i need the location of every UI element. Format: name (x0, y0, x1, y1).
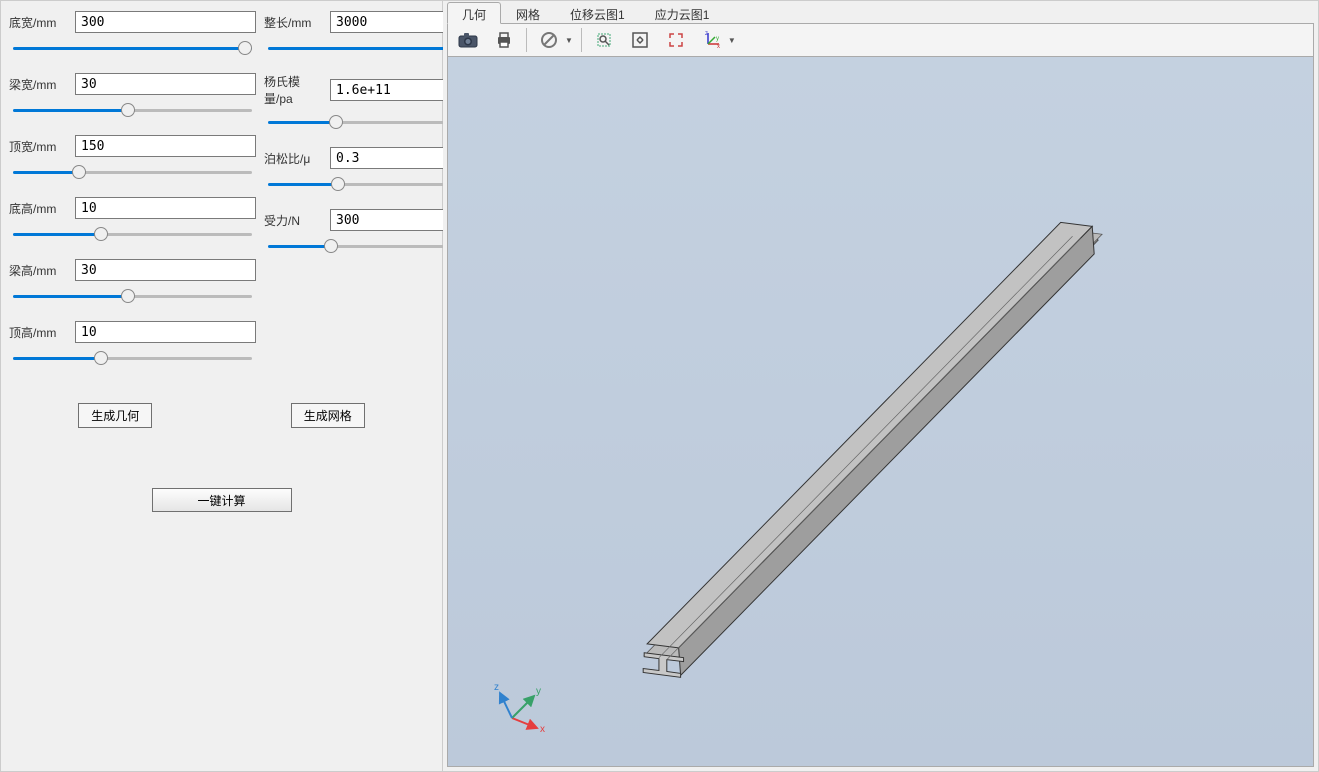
print-icon[interactable] (490, 27, 518, 53)
poisson-ratio-label: 泊松比/μ (264, 150, 326, 167)
svg-text:z: z (705, 31, 708, 37)
svg-text:y: y (716, 36, 719, 42)
bottom-height-input[interactable] (75, 197, 256, 219)
zoom-box-icon[interactable] (590, 27, 618, 53)
bottom-height-slider[interactable] (13, 232, 252, 236)
beam-width-slider[interactable] (13, 108, 252, 112)
tab-mesh[interactable]: 网格 (501, 2, 555, 24)
stop-icon[interactable] (535, 27, 563, 53)
svg-text:x: x (540, 724, 545, 735)
3d-viewport[interactable]: x y z (447, 57, 1314, 767)
beam-height-slider[interactable] (13, 294, 252, 298)
bottom-width-input[interactable] (75, 11, 256, 33)
geometry-model (448, 57, 1313, 766)
generate-mesh-button[interactable]: 生成网格 (291, 403, 365, 428)
svg-text:y: y (536, 686, 541, 697)
tab-stress-contour[interactable]: 应力云图1 (640, 2, 725, 24)
top-height-slider[interactable] (13, 356, 252, 360)
young-modulus-label: 杨氏模量/pa (264, 73, 326, 107)
total-length-label: 整长/mm (264, 14, 326, 31)
bottom-width-label: 底宽/mm (9, 14, 71, 31)
tab-geometry[interactable]: 几何 (447, 2, 501, 24)
top-width-slider[interactable] (13, 170, 252, 174)
bottom-height-label: 底高/mm (9, 200, 71, 217)
top-width-label: 顶宽/mm (9, 138, 71, 155)
top-height-input[interactable] (75, 321, 256, 343)
beam-height-label: 梁高/mm (9, 262, 71, 279)
bottom-width-slider[interactable] (13, 46, 252, 50)
axes-icon[interactable]: y z x (698, 27, 726, 53)
view-tabs: 几何网格位移云图1应力云图1 (443, 1, 1318, 23)
force-label: 受力/N (264, 212, 326, 229)
fit-view-icon[interactable] (626, 27, 654, 53)
chevron-down-icon[interactable]: ▼ (728, 36, 736, 45)
top-height-label: 顶高/mm (9, 324, 71, 341)
beam-height-input[interactable] (75, 259, 256, 281)
top-width-input[interactable] (75, 135, 256, 157)
parameter-panel: 底宽/mm 梁宽/mm 顶宽/mm 底高/mm 梁高/mm 顶高/mm 整长/mm 杨氏模量… (0, 0, 443, 772)
generate-geometry-button[interactable]: 生成几何 (78, 403, 152, 428)
compute-button[interactable]: 一键计算 (152, 488, 292, 512)
axis-triad: x y z (492, 678, 552, 738)
tab-displacement-contour[interactable]: 位移云图1 (555, 2, 640, 24)
beam-width-input[interactable] (75, 73, 256, 95)
svg-text:z: z (494, 682, 499, 693)
chevron-down-icon[interactable]: ▼ (565, 36, 573, 45)
svg-text:x: x (717, 44, 720, 50)
viewport-toolbar: ▼ y z x ▼ (447, 23, 1314, 57)
fullscreen-icon[interactable] (662, 27, 690, 53)
beam-width-label: 梁宽/mm (9, 76, 71, 93)
viewport-panel: 几何网格位移云图1应力云图1 ▼ y z x ▼ (443, 0, 1319, 772)
camera-icon[interactable] (454, 27, 482, 53)
